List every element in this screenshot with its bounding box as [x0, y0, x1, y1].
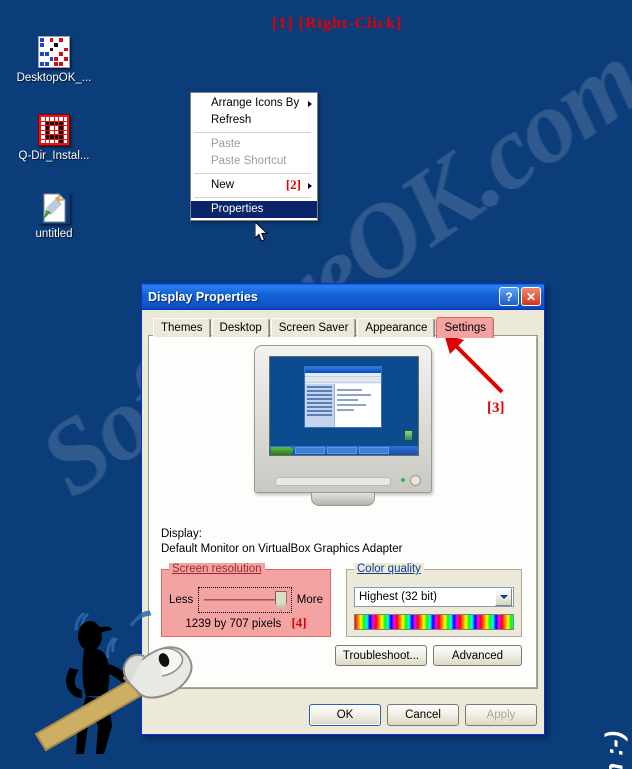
monitor-front-panel [275, 477, 391, 486]
slider-thumb[interactable] [274, 591, 287, 611]
desktop-icon-label: DesktopOK_... [16, 72, 92, 84]
screen-resolution-group-title: Screen resolution [169, 563, 265, 575]
context-menu-item-refresh[interactable]: Refresh [191, 112, 317, 129]
desktop-context-menu[interactable]: Arrange Icons By Refresh Paste Paste Sho… [190, 92, 318, 221]
desktop-icon-qdir[interactable]: Q-Dir_Instal... [6, 114, 102, 163]
context-menu-item-new[interactable]: New [2] [191, 177, 317, 194]
chevron-down-icon[interactable] [495, 588, 512, 606]
recycle-bin-icon [404, 430, 413, 441]
submenu-arrow-icon [308, 182, 312, 189]
annotation-step-1: [1] [Right-Click] [272, 15, 403, 32]
vertical-watermark: www.SoftwareOK.com :-) [601, 731, 630, 769]
monitor-illustration[interactable] [254, 345, 432, 506]
cancel-button[interactable]: Cancel [387, 704, 459, 726]
troubleshoot-button[interactable]: Troubleshoot... [335, 645, 427, 666]
monitor-preview [150, 345, 536, 515]
annotation-step-4: [4] [291, 615, 307, 630]
paint-file-icon [38, 192, 70, 224]
color-quality-group: Color quality Highest (32 bit) [346, 563, 522, 637]
display-adapter-value: Default Monitor on VirtualBox Graphics A… [161, 543, 403, 555]
context-menu-item-label: Refresh [211, 114, 252, 126]
context-menu-separator [194, 173, 311, 174]
mini-taskbar [270, 446, 418, 455]
monitor-power-button-icon [410, 475, 421, 486]
monitor-stand [311, 492, 375, 506]
desktop-icon-untitled[interactable]: untitled [6, 192, 102, 241]
resolution-slider[interactable] [198, 587, 292, 613]
context-menu-item-label: Arrange Icons By [211, 97, 300, 109]
settings-tab-panel: Display: Default Monitor on VirtualBox G… [148, 335, 538, 689]
color-quality-value: Highest (32 bit) [359, 591, 437, 603]
qdir-grid-icon [38, 114, 70, 146]
color-quality-select[interactable]: Highest (32 bit) [354, 587, 514, 607]
mouse-cursor [255, 222, 268, 242]
tab-screen-saver[interactable]: Screen Saver [270, 318, 357, 337]
screen-resolution-group: Screen resolution Less More 1239 by 707 … [161, 563, 331, 637]
ok-button[interactable]: OK [309, 704, 381, 726]
color-spectrum-bar [354, 614, 514, 630]
slider-less-label: Less [169, 594, 194, 606]
dialog-tab-bar[interactable]: Themes Desktop Screen Saver Appearance S… [149, 317, 537, 338]
color-quality-group-title: Color quality [354, 563, 424, 575]
desktop-icon-label: untitled [35, 228, 73, 240]
mini-window-preview [304, 366, 382, 428]
vertical-watermark-container: www.SoftwareOK.com :-) [542, 0, 632, 769]
advanced-button[interactable]: Advanced [433, 645, 522, 666]
context-menu-item-arrange-icons-by[interactable]: Arrange Icons By [191, 95, 317, 112]
context-menu-item-paste: Paste [191, 136, 317, 153]
resolution-value: 1239 by 707 pixels [185, 618, 282, 630]
tab-settings[interactable]: Settings [436, 317, 495, 338]
context-menu-separator [194, 132, 311, 133]
context-menu-separator [194, 197, 311, 198]
submenu-arrow-icon [308, 100, 312, 107]
annotation-step-2: [2] [285, 177, 301, 192]
start-button-icon [271, 446, 293, 455]
monitor-screen [269, 356, 419, 456]
context-menu-item-properties[interactable]: Properties [191, 201, 317, 218]
display-label: Display: [161, 528, 202, 540]
tab-desktop[interactable]: Desktop [211, 318, 270, 337]
slider-track [204, 599, 286, 601]
resolution-value-row: 1239 by 707 pixels [4] [162, 615, 330, 631]
context-menu-item-label: New [211, 179, 235, 191]
display-properties-dialog: Display Properties ? ✕ Themes Desktop Sc… [141, 283, 545, 735]
dialog-title-bar[interactable]: Display Properties ? ✕ [142, 284, 544, 310]
help-button[interactable]: ? [499, 287, 519, 306]
desktopok-grid-icon [38, 36, 70, 68]
monitor-led-icon [401, 478, 405, 482]
context-menu-item-label: Properties [211, 203, 264, 215]
context-menu-item-paste-shortcut: Paste Shortcut [191, 153, 317, 170]
display-info: Display: Default Monitor on VirtualBox G… [161, 527, 525, 557]
close-button[interactable]: ✕ [521, 287, 541, 306]
tab-themes[interactable]: Themes [153, 318, 211, 337]
dialog-button-row: OK Cancel Apply [309, 704, 537, 726]
tab-appearance[interactable]: Appearance [357, 318, 436, 337]
desktop-icon-desktopok[interactable]: DesktopOK_... [6, 36, 102, 85]
dialog-title: Display Properties [148, 289, 258, 304]
annotation-step-3: [3] [487, 400, 505, 416]
slider-more-label: More [296, 594, 323, 606]
context-menu-item-label: Paste Shortcut [211, 155, 287, 167]
context-menu-item-label: Paste [211, 138, 241, 150]
apply-button[interactable]: Apply [465, 704, 537, 726]
desktop-icon-label: Q-Dir_Instal... [18, 150, 90, 162]
